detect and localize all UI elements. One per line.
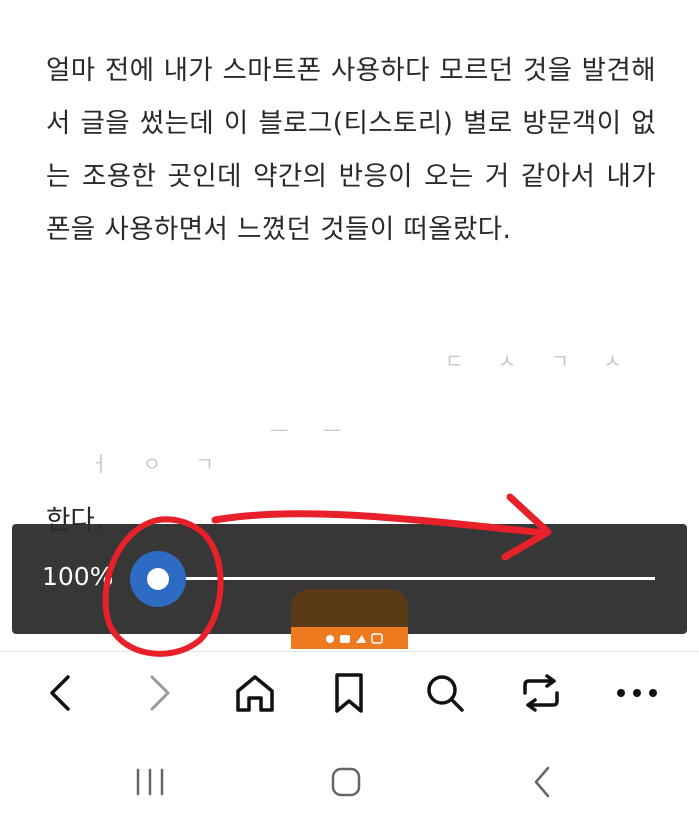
- system-navigation-bar: [0, 740, 699, 825]
- bookmarks-button[interactable]: [326, 670, 372, 716]
- system-back-icon: [534, 766, 550, 798]
- chevron-left-icon: [50, 675, 70, 711]
- system-home-button[interactable]: [321, 762, 371, 802]
- recent-apps-button[interactable]: [125, 762, 175, 802]
- ad-strip: [291, 627, 408, 649]
- more-dots-icon: [617, 689, 657, 697]
- forward-button[interactable]: [136, 670, 182, 716]
- home-icon: [236, 675, 274, 712]
- recent-apps-icon: [136, 768, 164, 796]
- home-pill-icon: [331, 767, 361, 797]
- tabs-sync-button[interactable]: [518, 670, 564, 716]
- ad-graphic-icon: [325, 632, 383, 644]
- search-icon: [427, 675, 464, 712]
- back-button[interactable]: [38, 670, 84, 716]
- bookmark-icon: [335, 673, 363, 713]
- article-paragraph: 얼마 전에 내가 스마트폰 사용하다 모르던 것을 발견해서 글을 썼는데 이 …: [46, 55, 656, 245]
- search-button[interactable]: [422, 670, 468, 716]
- faded-text-fragment: ㄷ ㅅ ㄱ ㅅ: [445, 349, 636, 373]
- faded-text-fragment: ㅓ ㅇ ㄱ: [90, 452, 228, 476]
- system-back-button[interactable]: [518, 762, 568, 802]
- zoom-slider-thumb[interactable]: [130, 551, 186, 607]
- zoom-level-label: 100%: [42, 562, 114, 591]
- chevron-right-icon: [150, 675, 170, 711]
- more-options-button[interactable]: [614, 670, 660, 716]
- sync-icon: [523, 674, 559, 712]
- home-button[interactable]: [232, 670, 278, 716]
- ad-banner[interactable]: [291, 589, 408, 649]
- zoom-slider-track[interactable]: [160, 577, 655, 580]
- faded-text-fragment: ㅡ ㅡ: [270, 419, 356, 443]
- browser-toolbar: [0, 652, 699, 732]
